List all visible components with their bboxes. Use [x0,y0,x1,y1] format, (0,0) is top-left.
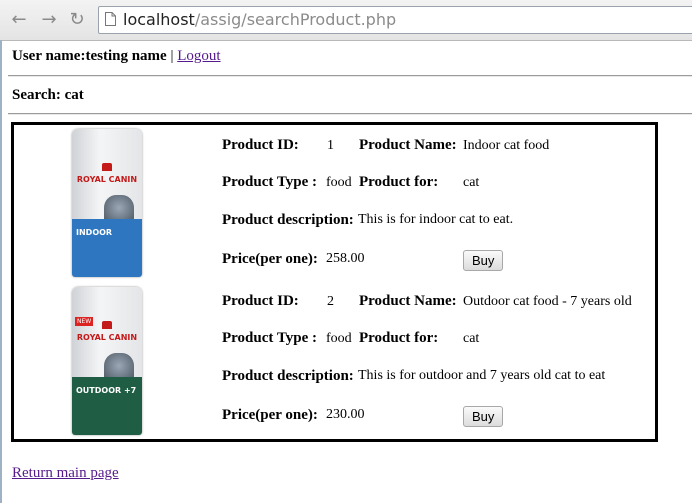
product-name-value: Outdoor cat food - 7 years old [463,294,632,309]
product-id-value: 2 [327,294,334,309]
url-text: localhost/assig/searchProduct.php [123,7,396,33]
reload-icon[interactable]: ↻ [66,9,88,31]
product-type-label: Product Type : [222,330,318,346]
divider [8,113,692,115]
product-row: NEW ROYAL CANIN OUTDOOR +7 Product ID: 2… [14,281,655,437]
product-name-value: Indoor cat food [463,138,550,153]
brand-logo: ROYAL CANIN [76,175,138,184]
product-name-label: Product Name: [359,137,457,153]
product-description-value: This is for indoor cat to eat. [358,212,514,227]
logout-link[interactable]: Logout [177,48,220,64]
product-description-label: Product description: [222,368,354,384]
product-id-label: Product ID: [222,137,299,153]
product-id-label: Product ID: [222,293,299,309]
search-label: Search: [12,87,61,103]
product-for-value: cat [463,331,480,346]
buy-button[interactable]: Buy [463,250,504,271]
search-summary: Search: cat [12,87,84,104]
url-path: /assig/searchProduct.php [194,10,397,29]
page-icon [105,12,116,26]
browser-toolbar: ← → ↻ localhost/assig/searchProduct.php [0,0,692,41]
separator: | [166,48,178,64]
product-type-value: food [326,175,352,190]
price-value: 258.00 [326,251,365,266]
price-label: Price(per one): [222,407,318,423]
product-description-value: This is for outdoor and 7 years old cat … [358,368,606,383]
brand-logo: ROYAL CANIN [76,333,138,342]
brand-crown [102,321,112,329]
product-image: ROYAL CANIN INDOOR [72,129,142,277]
product-for-label: Product for: [359,330,439,346]
new-badge: NEW [75,317,94,326]
arrow-right-icon[interactable]: → [38,9,60,31]
buy-button[interactable]: Buy [463,406,504,427]
user-info: User name:testing name | Logout [12,48,221,65]
user-name: testing name [85,48,167,64]
address-bar[interactable]: localhost/assig/searchProduct.php [98,6,692,34]
window-edge [0,40,2,503]
user-name-label: User name: [12,48,86,64]
product-type-label: Product Type : [222,174,318,190]
product-id-value: 1 [327,138,334,153]
product-row: ROYAL CANIN INDOOR Product ID: 1 Product… [14,125,655,281]
variant-label: OUTDOOR +7 [76,386,137,395]
product-for-value: cat [463,175,480,190]
variant-label: INDOOR [76,228,113,237]
arrow-left-icon[interactable]: ← [8,9,30,31]
product-description-label: Product description: [222,212,354,228]
product-type-value: food [326,331,352,346]
price-value: 230.00 [326,407,365,422]
search-term: cat [64,87,84,103]
price-label: Price(per one): [222,251,318,267]
url-host: localhost [123,10,195,29]
divider [8,75,692,77]
product-for-label: Product for: [359,174,439,190]
product-image: NEW ROYAL CANIN OUTDOOR +7 [72,287,142,435]
brand-crown [102,163,112,171]
product-name-label: Product Name: [359,293,457,309]
results-table: ROYAL CANIN INDOOR Product ID: 1 Product… [11,122,658,442]
return-main-page-link[interactable]: Return main page [12,465,119,482]
